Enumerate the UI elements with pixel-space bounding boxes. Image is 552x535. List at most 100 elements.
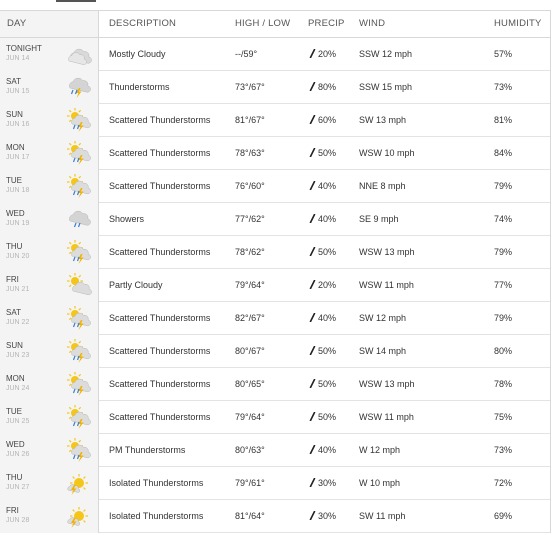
weather-description: Isolated Thunderstorms bbox=[109, 511, 204, 521]
col-header-day[interactable]: DAY bbox=[7, 18, 26, 29]
high-low-temp: 78°/63° bbox=[235, 148, 265, 158]
day-date: JUN 15 bbox=[6, 88, 30, 95]
scattered-thunderstorms-icon bbox=[66, 108, 92, 132]
humidity-value: 72% bbox=[494, 478, 513, 488]
high-low-temp: 80°/63° bbox=[235, 445, 265, 455]
day-name: MON bbox=[6, 374, 25, 383]
wind-value: WSW 13 mph bbox=[359, 379, 415, 389]
humidity-value: 80% bbox=[494, 346, 513, 356]
precip-cell: 50% bbox=[309, 147, 336, 158]
scattered-thunderstorms-icon bbox=[66, 405, 92, 429]
forecast-row[interactable]: THU JUN 20 Scattered Thunderstorms 78°/6… bbox=[0, 236, 550, 269]
forecast-row[interactable]: TONIGHT JUN 14 Mostly Cloudy --/59° 20% … bbox=[0, 38, 550, 71]
day-date: JUN 25 bbox=[6, 418, 30, 425]
high-low-temp: 81°/67° bbox=[235, 115, 265, 125]
weather-description: Partly Cloudy bbox=[109, 280, 163, 290]
high-low-temp: --/59° bbox=[235, 49, 258, 59]
forecast-row[interactable]: SAT JUN 15 Thunderstorms 73°/67° 80% SSW… bbox=[0, 71, 550, 104]
forecast-row[interactable]: WED JUN 26 PM Thunderstorms 80°/63° 40% … bbox=[0, 434, 550, 467]
precip-cell: 80% bbox=[309, 81, 336, 92]
day-date: JUN 17 bbox=[6, 154, 30, 161]
precip-cell: 60% bbox=[309, 114, 336, 125]
precip-drop-icon bbox=[309, 378, 318, 389]
mostly-cloudy-night-icon bbox=[66, 42, 92, 66]
high-low-temp: 79°/64° bbox=[235, 412, 265, 422]
day-name: THU bbox=[6, 242, 23, 251]
col-header-humidity[interactable]: HUMIDITY bbox=[494, 18, 542, 29]
humidity-value: 69% bbox=[494, 511, 513, 521]
col-header-wind[interactable]: WIND bbox=[359, 18, 385, 29]
precip-drop-icon bbox=[309, 48, 318, 59]
weather-description: Scattered Thunderstorms bbox=[109, 313, 211, 323]
forecast-table: DAY DESCRIPTION HIGH / LOW PRECIP WIND H… bbox=[0, 10, 550, 533]
wind-value: WSW 10 mph bbox=[359, 148, 415, 158]
precip-cell: 50% bbox=[309, 246, 337, 257]
day-name: TUE bbox=[6, 407, 22, 416]
showers-icon bbox=[66, 207, 92, 231]
active-tab-indicator bbox=[56, 0, 96, 2]
day-date: JUN 23 bbox=[6, 352, 30, 359]
col-header-description[interactable]: DESCRIPTION bbox=[109, 18, 176, 29]
weather-description: Thunderstorms bbox=[109, 82, 170, 92]
col-header-precip[interactable]: PRECIP bbox=[308, 18, 345, 29]
forecast-row[interactable]: SUN JUN 23 Scattered Thunderstorms 80°/6… bbox=[0, 335, 550, 368]
precip-value: 40% bbox=[318, 214, 337, 224]
precip-value: 50% bbox=[318, 247, 337, 257]
table-header: DAY DESCRIPTION HIGH / LOW PRECIP WIND H… bbox=[0, 11, 550, 38]
precip-value: 50% bbox=[318, 379, 337, 389]
scattered-thunderstorms-icon bbox=[66, 306, 92, 330]
day-date: JUN 16 bbox=[6, 121, 30, 128]
day-name: SAT bbox=[6, 77, 21, 86]
day-name: WED bbox=[6, 209, 25, 218]
precip-drop-icon bbox=[309, 147, 318, 158]
forecast-row[interactable]: MON JUN 24 Scattered Thunderstorms 80°/6… bbox=[0, 368, 550, 401]
high-low-temp: 82°/67° bbox=[235, 313, 265, 323]
precip-drop-icon bbox=[309, 510, 318, 521]
day-date: JUN 21 bbox=[6, 286, 30, 293]
precip-cell: 40% bbox=[309, 312, 337, 323]
wind-value: SSW 12 mph bbox=[359, 49, 413, 59]
precip-value: 50% bbox=[318, 346, 337, 356]
humidity-value: 73% bbox=[494, 82, 513, 92]
humidity-value: 79% bbox=[494, 313, 513, 323]
forecast-row[interactable]: WED JUN 19 Showers 77°/62° 40% SE 9 mph … bbox=[0, 203, 550, 236]
high-low-temp: 80°/65° bbox=[235, 379, 265, 389]
precip-drop-icon bbox=[309, 411, 318, 422]
precip-value: 20% bbox=[318, 49, 337, 59]
precip-cell: 50% bbox=[309, 411, 336, 422]
weather-description: Scattered Thunderstorms bbox=[109, 115, 211, 125]
humidity-value: 81% bbox=[494, 115, 513, 125]
forecast-row[interactable]: THU JUN 27 Isolated Thunderstorms 79°/61… bbox=[0, 467, 550, 500]
scattered-thunderstorms-icon bbox=[66, 438, 92, 462]
precip-value: 40% bbox=[318, 313, 337, 323]
day-name: WED bbox=[6, 440, 25, 449]
forecast-row[interactable]: FRI JUN 28 Isolated Thunderstorms 81°/64… bbox=[0, 500, 550, 533]
precip-value: 40% bbox=[318, 181, 337, 191]
precip-cell: 40% bbox=[309, 444, 336, 455]
forecast-row[interactable]: TUE JUN 18 Scattered Thunderstorms 76°/6… bbox=[0, 170, 550, 203]
precip-cell: 30% bbox=[309, 510, 337, 521]
humidity-value: 79% bbox=[494, 181, 513, 191]
precip-value: 30% bbox=[318, 511, 337, 521]
precip-drop-icon bbox=[309, 477, 318, 488]
high-low-temp: 79°/61° bbox=[235, 478, 265, 488]
forecast-row[interactable]: MON JUN 17 Scattered Thunderstorms 78°/6… bbox=[0, 137, 550, 170]
scattered-thunderstorms-icon bbox=[66, 240, 92, 264]
precip-drop-icon bbox=[309, 345, 318, 356]
day-name: TUE bbox=[6, 176, 22, 185]
forecast-row[interactable]: SUN JUN 16 Scattered Thunderstorms 81°/6… bbox=[0, 104, 550, 137]
precip-cell: 20% bbox=[309, 48, 337, 59]
forecast-row[interactable]: TUE JUN 25 Scattered Thunderstorms 79°/6… bbox=[0, 401, 550, 434]
high-low-temp: 77°/62° bbox=[235, 214, 265, 224]
precip-drop-icon bbox=[309, 279, 318, 290]
day-name: SUN bbox=[6, 341, 23, 350]
precip-value: 30% bbox=[318, 478, 337, 488]
wind-value: SW 14 mph bbox=[359, 346, 407, 356]
forecast-row[interactable]: FRI JUN 21 Partly Cloudy 79°/64° 20% WSW… bbox=[0, 269, 550, 302]
high-low-temp: 79°/64° bbox=[235, 280, 265, 290]
col-header-high-low[interactable]: HIGH / LOW bbox=[235, 18, 290, 29]
precip-cell: 30% bbox=[309, 477, 337, 488]
forecast-row[interactable]: SAT JUN 22 Scattered Thunderstorms 82°/6… bbox=[0, 302, 550, 335]
day-date: JUN 22 bbox=[6, 319, 30, 326]
precip-cell: 50% bbox=[309, 378, 337, 389]
